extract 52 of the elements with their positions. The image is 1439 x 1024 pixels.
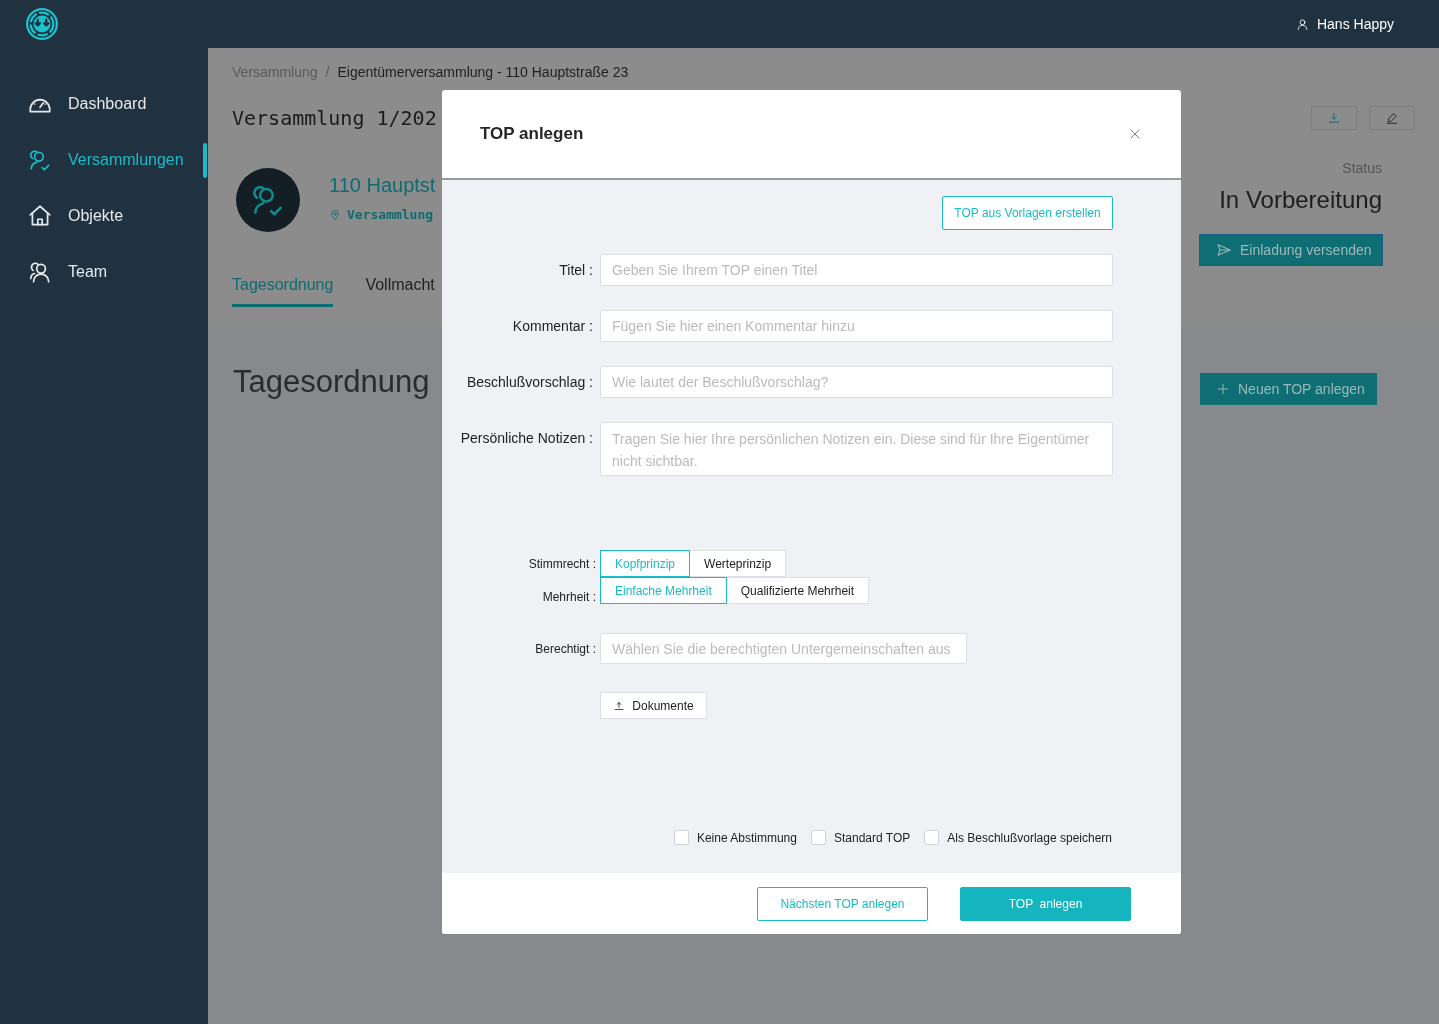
submit-button[interactable]: TOP anlegen — [960, 886, 1131, 921]
close-button[interactable] — [1128, 127, 1142, 141]
person-check-icon — [27, 147, 53, 173]
field-label: Berechtigt : — [535, 641, 596, 656]
field-label: Persönliche Notizen : — [459, 429, 593, 448]
select-field[interactable]: Wählen Sie die berechtigten Untergemeinschaften aus — [600, 633, 967, 664]
field-label: Stimmrecht : — [528, 556, 596, 571]
plus-icon — [1216, 382, 1230, 396]
edit-button[interactable] — [1369, 106, 1415, 130]
pencil-icon — [1385, 111, 1399, 125]
breadcrumb-link[interactable]: Eigentümerversammlung - 110 Hauptstraße 23 — [337, 64, 629, 80]
section-title: Tagesordnung — [233, 364, 430, 400]
text-field[interactable]: Wie lautet der Beschlußvorschlag? — [600, 366, 1113, 398]
checkbox[interactable] — [810, 830, 826, 845]
checkbox-label: Als Beschlußvorlage speichern — [947, 830, 1112, 845]
sidebar-item[interactable]: Dashboard — [0, 76, 208, 132]
documents-button[interactable]: Dokumente — [600, 692, 707, 719]
notes-field[interactable]: Tragen Sie hier Ihre persönlichen Notizen ein. Diese sind für Ihre Eigentümer nicht sichtbar. — [600, 422, 1113, 476]
send-icon — [1216, 242, 1232, 258]
checkbox-label: Standard TOP — [833, 830, 911, 845]
user-menu[interactable]: Hans Happy — [1295, 16, 1394, 32]
sidebar-item[interactable]: Versammlungen — [0, 132, 208, 188]
meeting-type: Versammlung — [347, 207, 434, 222]
checkbox[interactable] — [924, 830, 940, 845]
page-title: Versammlung 1/202 — [232, 105, 438, 132]
field-label: Beschlußvorschlag : — [465, 373, 593, 392]
checkbox-label: Keine Abstimmung — [696, 830, 797, 845]
status-value: In Vorbereitung — [1219, 186, 1382, 214]
upload-icon — [613, 699, 626, 712]
sidebar-item[interactable]: Team — [0, 244, 208, 300]
dialog-title: TOP anlegen — [480, 124, 584, 144]
field-label: Titel : — [558, 261, 593, 280]
close-icon — [1128, 127, 1142, 141]
send-invitation-button[interactable]: Einladung versenden — [1199, 234, 1383, 266]
breadcrumb-separator: / — [325, 64, 330, 80]
text-field[interactable]: Geben Sie Ihrem TOP einen Titel — [600, 254, 1113, 286]
property-name: 110 Hauptst — [329, 174, 436, 197]
pin-icon — [329, 208, 341, 221]
segment-option[interactable]: Werteprinzip — [690, 550, 787, 577]
segment-option[interactable]: Qualifizierte Mehrheit — [726, 577, 870, 604]
field-label: Kommentar : — [511, 317, 593, 336]
add-item-button[interactable]: Neuen TOP anlegen — [1200, 373, 1377, 405]
checkbox[interactable] — [673, 830, 689, 845]
field-label: Mehrheit : — [542, 590, 596, 604]
tab[interactable]: Vollmacht — [365, 276, 435, 307]
text-field[interactable]: Fügen Sie hier einen Kommentar hinzu — [600, 310, 1113, 342]
sidebar-item[interactable]: Objekte — [0, 188, 208, 244]
house-icon — [27, 203, 53, 229]
download-button[interactable] — [1311, 106, 1357, 130]
user-icon — [1295, 17, 1309, 31]
download-icon — [1327, 111, 1341, 125]
logo-icon — [25, 7, 59, 41]
